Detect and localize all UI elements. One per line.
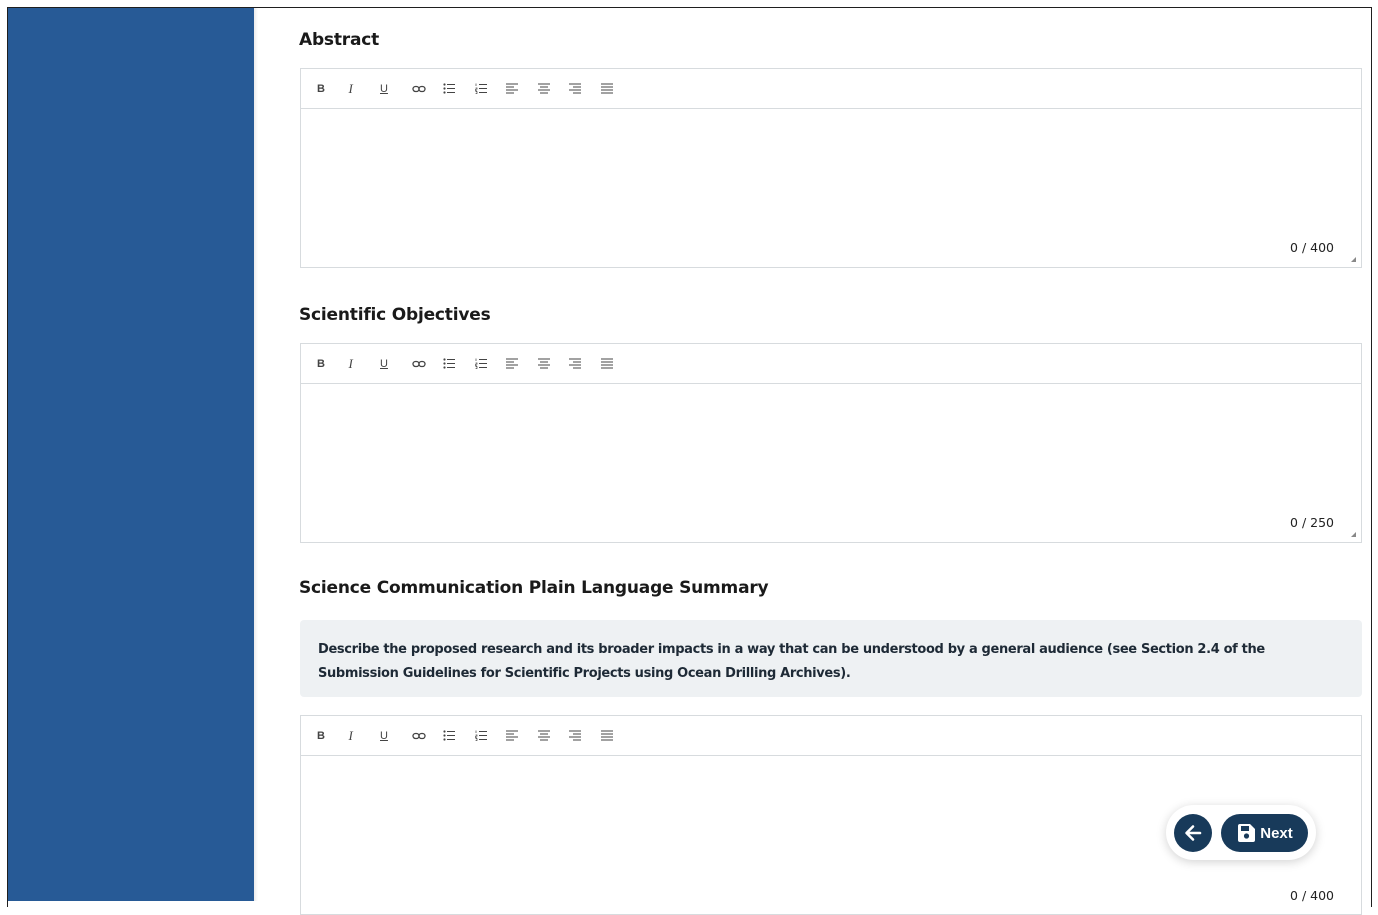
- bullet-list-button[interactable]: [441, 352, 473, 376]
- plain-language-summary-title: Science Communication Plain Language Sum…: [299, 578, 769, 598]
- numbered-list-button[interactable]: [473, 352, 505, 376]
- align-center-icon: [537, 83, 550, 94]
- align-left-button[interactable]: [504, 724, 536, 748]
- align-center-icon: [537, 730, 550, 741]
- floating-nav: Next: [1166, 805, 1316, 860]
- editor-toolbar: BIU: [301, 716, 1361, 756]
- align-justify-button[interactable]: [599, 77, 631, 101]
- link-icon: [411, 359, 426, 369]
- align-left-icon: [506, 83, 518, 94]
- bullet-list-icon: [443, 358, 456, 369]
- editor-toolbar: BIU: [301, 69, 1361, 109]
- back-button[interactable]: [1174, 814, 1212, 852]
- italic-label: I: [348, 727, 353, 743]
- editor-content-area[interactable]: 0 / 250: [301, 384, 1361, 542]
- bold-button[interactable]: B: [315, 724, 347, 748]
- link-button[interactable]: [410, 724, 442, 748]
- italic-button[interactable]: I: [347, 352, 379, 376]
- bold-button[interactable]: B: [315, 352, 347, 376]
- align-left-button[interactable]: [504, 77, 536, 101]
- align-right-button[interactable]: [567, 352, 599, 376]
- bullet-list-button[interactable]: [441, 77, 473, 101]
- scientific-objectives-title: Scientific Objectives: [299, 305, 491, 325]
- bold-button[interactable]: B: [315, 77, 347, 101]
- underline-label: U: [380, 82, 388, 95]
- floppy-disk-icon: [1238, 824, 1256, 842]
- next-button[interactable]: Next: [1221, 814, 1308, 852]
- link-icon: [411, 731, 426, 741]
- italic-button[interactable]: I: [347, 77, 379, 101]
- align-right-button[interactable]: [567, 77, 599, 101]
- info-notice: Describe the proposed research and its b…: [300, 620, 1362, 697]
- abstract-editor[interactable]: B I U 0 / 400: [300, 68, 1362, 268]
- link-icon: [411, 84, 426, 94]
- align-justify-button[interactable]: [599, 724, 631, 748]
- bullet-list-button[interactable]: [441, 724, 473, 748]
- character-counter: 0 / 250: [1290, 515, 1334, 530]
- sidebar: [8, 8, 254, 901]
- numbered-list-button[interactable]: [473, 77, 505, 101]
- editor-content-area[interactable]: 0 / 400: [301, 109, 1361, 267]
- align-left-button[interactable]: [504, 352, 536, 376]
- align-center-button[interactable]: [536, 352, 568, 376]
- italic-label: I: [348, 80, 353, 96]
- underline-button[interactable]: U: [378, 77, 410, 101]
- link-button[interactable]: [410, 77, 442, 101]
- align-justify-icon: [600, 358, 613, 369]
- underline-label: U: [380, 729, 388, 742]
- align-justify-icon: [600, 730, 613, 741]
- align-center-button[interactable]: [536, 724, 568, 748]
- align-justify-button[interactable]: [599, 352, 631, 376]
- link-button[interactable]: [410, 352, 442, 376]
- next-label: Next: [1260, 824, 1293, 842]
- numbered-list-button[interactable]: [473, 724, 505, 748]
- numbered-list-icon: [474, 730, 488, 741]
- numbered-list-icon: [474, 83, 488, 94]
- underline-label: U: [380, 357, 388, 370]
- italic-button[interactable]: I: [347, 724, 379, 748]
- bold-label: B: [317, 729, 325, 742]
- character-counter: 0 / 400: [1290, 240, 1334, 255]
- editor-toolbar: BIU: [301, 344, 1361, 384]
- bullet-list-icon: [443, 730, 456, 741]
- bold-label: B: [317, 82, 325, 95]
- align-left-icon: [506, 358, 518, 369]
- align-right-icon: [569, 358, 581, 369]
- align-center-icon: [537, 358, 550, 369]
- align-right-icon: [569, 730, 581, 741]
- scientific-objectives-editor[interactable]: B I U 0 / 250: [300, 343, 1362, 543]
- underline-button[interactable]: U: [378, 352, 410, 376]
- underline-button[interactable]: U: [378, 724, 410, 748]
- bullet-list-icon: [443, 83, 456, 94]
- resize-grip-icon[interactable]: [1351, 532, 1356, 537]
- sidebar-shadow: [254, 8, 258, 901]
- arrow-left-icon: [1185, 825, 1202, 841]
- numbered-list-icon: [474, 358, 488, 369]
- align-justify-icon: [600, 83, 613, 94]
- align-right-button[interactable]: [567, 724, 599, 748]
- resize-grip-icon[interactable]: [1351, 257, 1356, 262]
- align-left-icon: [506, 730, 518, 741]
- align-right-icon: [569, 83, 581, 94]
- abstract-title: Abstract: [299, 30, 380, 50]
- bold-label: B: [317, 357, 325, 370]
- align-center-button[interactable]: [536, 77, 568, 101]
- italic-label: I: [348, 355, 353, 371]
